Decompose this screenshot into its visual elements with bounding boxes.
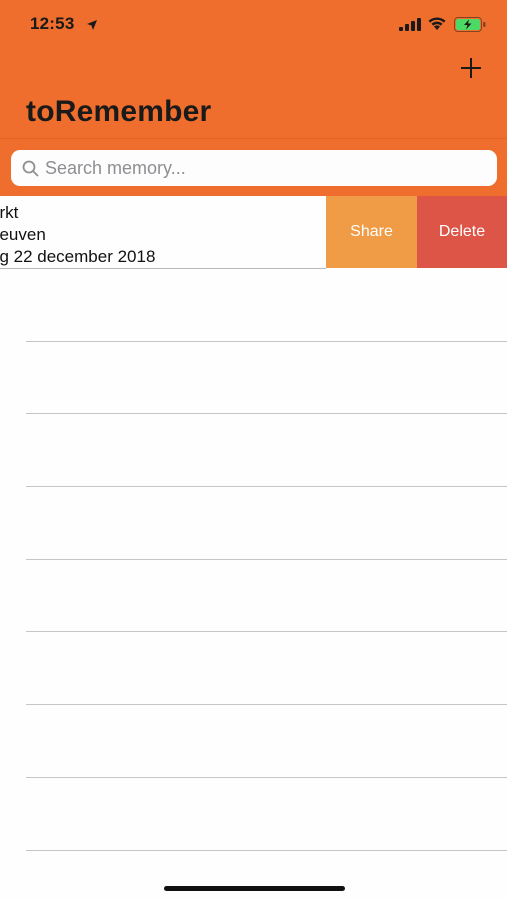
row-separator: [26, 413, 507, 414]
battery-charging-icon: [454, 17, 486, 37]
navigation-header: 12:53 toRemember Search memory...: [0, 0, 507, 196]
search-icon: [22, 160, 39, 182]
plus-icon: [461, 58, 481, 78]
row-separator: [26, 486, 507, 487]
add-memory-button[interactable]: [457, 54, 485, 82]
location-arrow-icon: [86, 18, 98, 30]
header-divider: [0, 138, 507, 139]
row-separator: [26, 559, 507, 560]
row-separator: [26, 704, 507, 705]
wifi-icon: [427, 16, 447, 36]
search-input[interactable]: [45, 150, 485, 186]
search-bar[interactable]: [11, 150, 497, 186]
page-title: toRemember: [26, 95, 212, 128]
status-bar: 12:53: [0, 0, 507, 48]
row-separator: [26, 777, 507, 778]
memory-location: Leuven: [0, 225, 46, 244]
home-indicator[interactable]: [164, 886, 345, 891]
memory-row[interactable]: arkt Leuven ag 22 december 2018 Share De…: [0, 196, 507, 269]
row-separator: [26, 631, 507, 632]
row-separator: [26, 341, 507, 342]
share-button[interactable]: Share: [326, 196, 417, 268]
row-separator: [26, 850, 507, 851]
status-time: 12:53: [30, 14, 75, 33]
memory-date: ag 22 december 2018: [0, 247, 156, 266]
cellular-signal-icon: [399, 18, 421, 36]
memory-row-content[interactable]: arkt Leuven ag 22 december 2018: [0, 196, 326, 269]
delete-button[interactable]: Delete: [417, 196, 507, 268]
memory-title: arkt: [0, 203, 19, 222]
